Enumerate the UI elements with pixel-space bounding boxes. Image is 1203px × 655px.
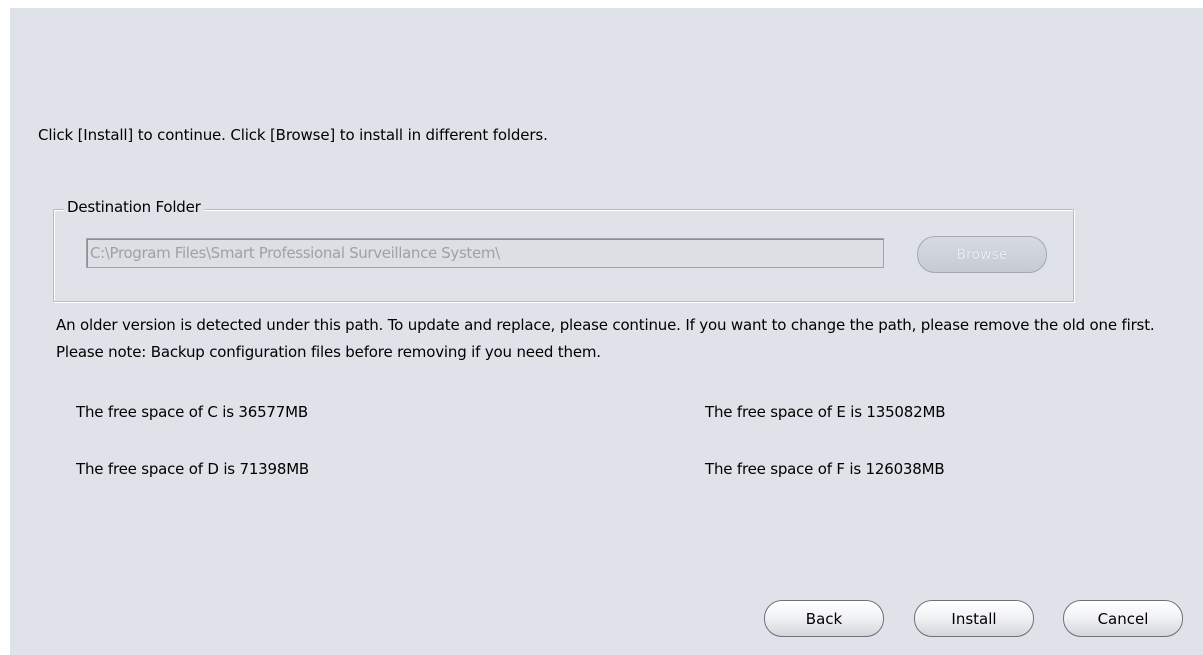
free-space-e: The free space of E is 135082MB <box>705 403 946 421</box>
back-button[interactable]: Back <box>764 600 884 637</box>
older-version-note: An older version is detected under this … <box>56 316 1155 361</box>
instruction-text: Click [Install] to continue. Click [Brow… <box>38 126 548 144</box>
free-space-d: The free space of D is 71398MB <box>76 460 310 478</box>
destination-path-input[interactable] <box>86 238 884 268</box>
free-space-f: The free space of F is 126038MB <box>705 460 945 478</box>
install-button[interactable]: Install <box>914 600 1034 637</box>
cancel-button[interactable]: Cancel <box>1063 600 1183 637</box>
browse-button[interactable]: Browse <box>917 236 1047 273</box>
destination-folder-legend: Destination Folder <box>64 198 204 216</box>
free-space-c: The free space of C is 36577MB <box>76 403 308 421</box>
